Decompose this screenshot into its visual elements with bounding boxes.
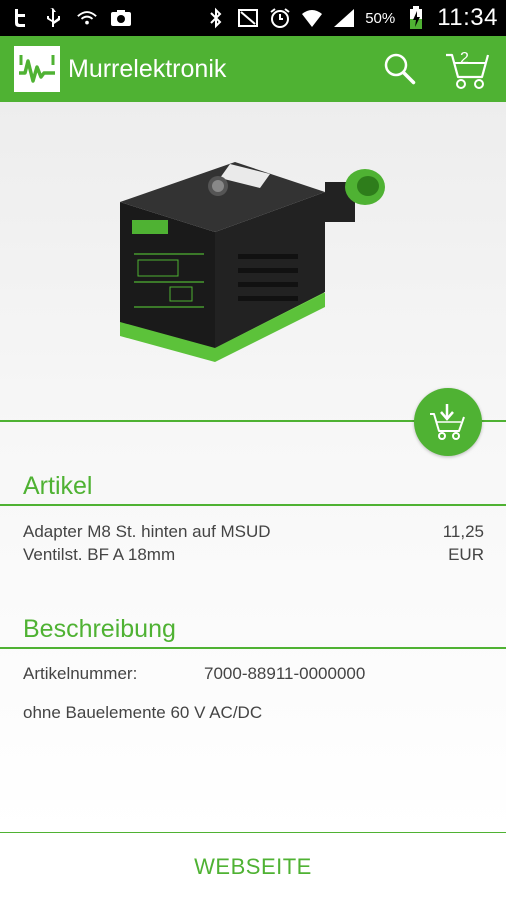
article-number-label: Artikelnummer:	[23, 664, 138, 683]
wifi-hotspot-icon	[76, 7, 98, 29]
alarm-icon	[269, 7, 291, 29]
clock: 11:34	[437, 4, 498, 31]
app-title: Murrelektronik	[68, 54, 227, 83]
description-text: ohne Bauelemente 60 V AC/DC	[23, 703, 263, 722]
website-button[interactable]: WEBSEITE	[0, 833, 506, 900]
status-bar: 50% 11:34	[0, 0, 506, 36]
search-button[interactable]	[378, 47, 422, 91]
search-icon	[384, 53, 416, 85]
article-price: 11,25 EUR	[364, 520, 484, 566]
wifi-icon	[301, 7, 323, 29]
description-section-title: Beschreibung	[23, 615, 176, 643]
article-name: Adapter M8 St. hinten auf MSUD Ventilst.…	[23, 520, 353, 566]
price-currency: EUR	[448, 545, 484, 564]
bluetooth-icon	[205, 7, 227, 29]
article-section-divider	[0, 504, 506, 506]
cart-count-badge: 2	[460, 50, 469, 67]
article-number-value: 7000-88911-0000000	[204, 664, 366, 683]
cart-button[interactable]: 2	[444, 47, 492, 91]
product-detail: Artikel Adapter M8 St. hinten auf MSUD V…	[0, 102, 506, 832]
add-to-cart-icon	[430, 404, 465, 440]
article-section-title: Artikel	[23, 472, 93, 500]
price-value: 11,25	[442, 522, 484, 541]
twitter-icon	[8, 7, 30, 29]
photo-icon	[110, 7, 132, 29]
usb-icon	[42, 7, 64, 29]
battery-charging-icon	[405, 6, 427, 29]
article-name-line2: Ventilst. BF A 18mm	[23, 545, 176, 564]
article-name-line1: Adapter M8 St. hinten auf MSUD	[23, 522, 271, 541]
nfc-mute-icon	[237, 7, 259, 29]
add-to-cart-button[interactable]	[414, 388, 482, 456]
description-section-divider	[0, 647, 506, 649]
app-logo-icon[interactable]	[14, 46, 60, 92]
product-image	[110, 142, 395, 377]
battery-percent: 50%	[365, 9, 396, 27]
signal-icon	[333, 7, 355, 29]
action-bar: Murrelektronik 2	[0, 36, 506, 102]
